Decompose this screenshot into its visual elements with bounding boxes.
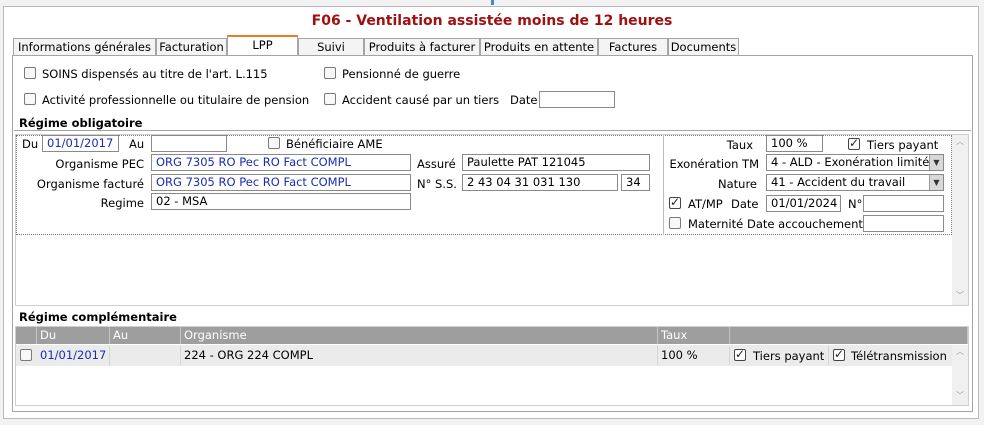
accident-date-input[interactable]: [539, 91, 615, 108]
ss-key-input[interactable]: 34: [621, 174, 650, 191]
accident-date-label: Date: [510, 93, 538, 107]
ame-label: Bénéficiaire AME: [286, 137, 383, 151]
atmp-label: AT/MP: [688, 197, 723, 211]
soins-checkbox[interactable]: [24, 67, 36, 79]
tiers-payant-label: Tiers payant: [867, 138, 939, 152]
row-tiers-payant-checkbox[interactable]: [734, 347, 746, 361]
taux-label: Taux: [726, 138, 753, 152]
row-organisme: 224 - ORG 224 COMPL: [181, 346, 658, 365]
pensionne-checkbox[interactable]: [324, 67, 336, 79]
chevron-down-icon[interactable]: ﹀: [952, 390, 968, 401]
accident-tiers-checkbox[interactable]: [324, 93, 336, 105]
organisme-pec-input[interactable]: ORG 7305 RO Pec RO Fact COMPL: [151, 154, 411, 171]
activite-checkbox[interactable]: [24, 93, 36, 105]
table-header-du[interactable]: Du: [37, 327, 110, 344]
section-divider: [14, 130, 971, 131]
table-header-au[interactable]: Au: [110, 327, 181, 344]
pensionne-label: Pensionné de guerre: [342, 67, 461, 81]
table-header-organisme[interactable]: Organisme: [181, 327, 658, 344]
ss-input[interactable]: 2 43 04 31 031 130: [462, 174, 618, 191]
table-header-taux[interactable]: Taux: [658, 327, 730, 344]
tiers-payant-checkbox[interactable]: [848, 136, 860, 150]
au-label: Au: [129, 137, 145, 151]
chevron-up-icon[interactable]: ︿: [952, 136, 968, 147]
table-header-options: [730, 327, 968, 344]
tab-lpp[interactable]: LPP: [227, 35, 298, 55]
row-au: [110, 346, 181, 365]
maternite-checkbox[interactable]: [669, 217, 681, 229]
assure-label: Assuré: [417, 157, 456, 171]
activite-label: Activité professionnelle ou titulaire de…: [42, 93, 310, 107]
regime-label: Regime: [100, 196, 144, 210]
dropdown-arrow-icon[interactable]: ▼: [929, 175, 943, 190]
accouchement-label: Date accouchement: [747, 217, 863, 231]
regime-input[interactable]: 02 - MSA: [151, 193, 411, 210]
row-tiers-payant-label: Tiers payant: [753, 349, 825, 363]
atmp-date-input[interactable]: 01/01/2024: [766, 195, 841, 212]
row-taux: 100 %: [658, 346, 730, 365]
accouchement-input[interactable]: [863, 215, 944, 232]
cell-divider: [828, 346, 829, 365]
chevron-down-icon[interactable]: ﹀: [952, 290, 968, 301]
atmp-num-label: N°: [848, 197, 863, 211]
dropdown-arrow-icon[interactable]: ▼: [929, 155, 943, 170]
page-title: F06 - Ventilation assistée moins de 12 h…: [311, 13, 673, 29]
column-divider: [663, 135, 664, 235]
row-teletransmission-checkbox[interactable]: [833, 347, 845, 361]
du-label: Du: [22, 137, 39, 151]
maternite-label: Maternité: [688, 217, 744, 231]
regime-complementaire-title: Régime complémentaire: [19, 310, 177, 324]
organisme-facture-input[interactable]: ORG 7305 RO Pec RO Fact COMPL: [151, 174, 411, 191]
assure-input[interactable]: Paulette PAT 121045: [462, 154, 650, 171]
ame-checkbox[interactable]: [268, 137, 280, 149]
exoneration-label: Exonération TM: [669, 157, 759, 171]
accident-tiers-label: Accident causé par un tiers: [342, 93, 500, 107]
regime-obligatoire-scrollbar[interactable]: [952, 135, 968, 305]
chevron-up-icon[interactable]: ︿: [952, 346, 968, 357]
soins-label: SOINS dispensés au titre de l'art. L.115: [42, 67, 268, 81]
organisme-pec-label: Organisme PEC: [55, 157, 144, 171]
atmp-num-input[interactable]: [863, 195, 944, 212]
atmp-date-label: Date: [731, 197, 759, 211]
exoneration-select[interactable]: 4 - ALD - Exonération limitée: [766, 154, 944, 171]
ss-label: N° S.S.: [417, 177, 457, 191]
row-select-checkbox[interactable]: [20, 349, 32, 361]
atmp-checkbox[interactable]: [669, 195, 681, 209]
nature-select[interactable]: 41 - Accident du travail: [766, 174, 944, 191]
du-input[interactable]: 01/01/2017: [42, 135, 119, 152]
nature-label: Nature: [718, 177, 757, 191]
taux-input[interactable]: 100 %: [766, 135, 823, 152]
row-teletransmission-label: Télétransmission: [851, 349, 947, 363]
row-du: 01/01/2017: [37, 346, 110, 365]
organisme-facture-label: Organisme facturé: [36, 177, 144, 191]
regime-obligatoire-title: Régime obligatoire: [19, 116, 143, 130]
table-header-select: [16, 327, 37, 344]
au-input[interactable]: [151, 135, 227, 152]
window-top-marker: [491, 0, 494, 5]
